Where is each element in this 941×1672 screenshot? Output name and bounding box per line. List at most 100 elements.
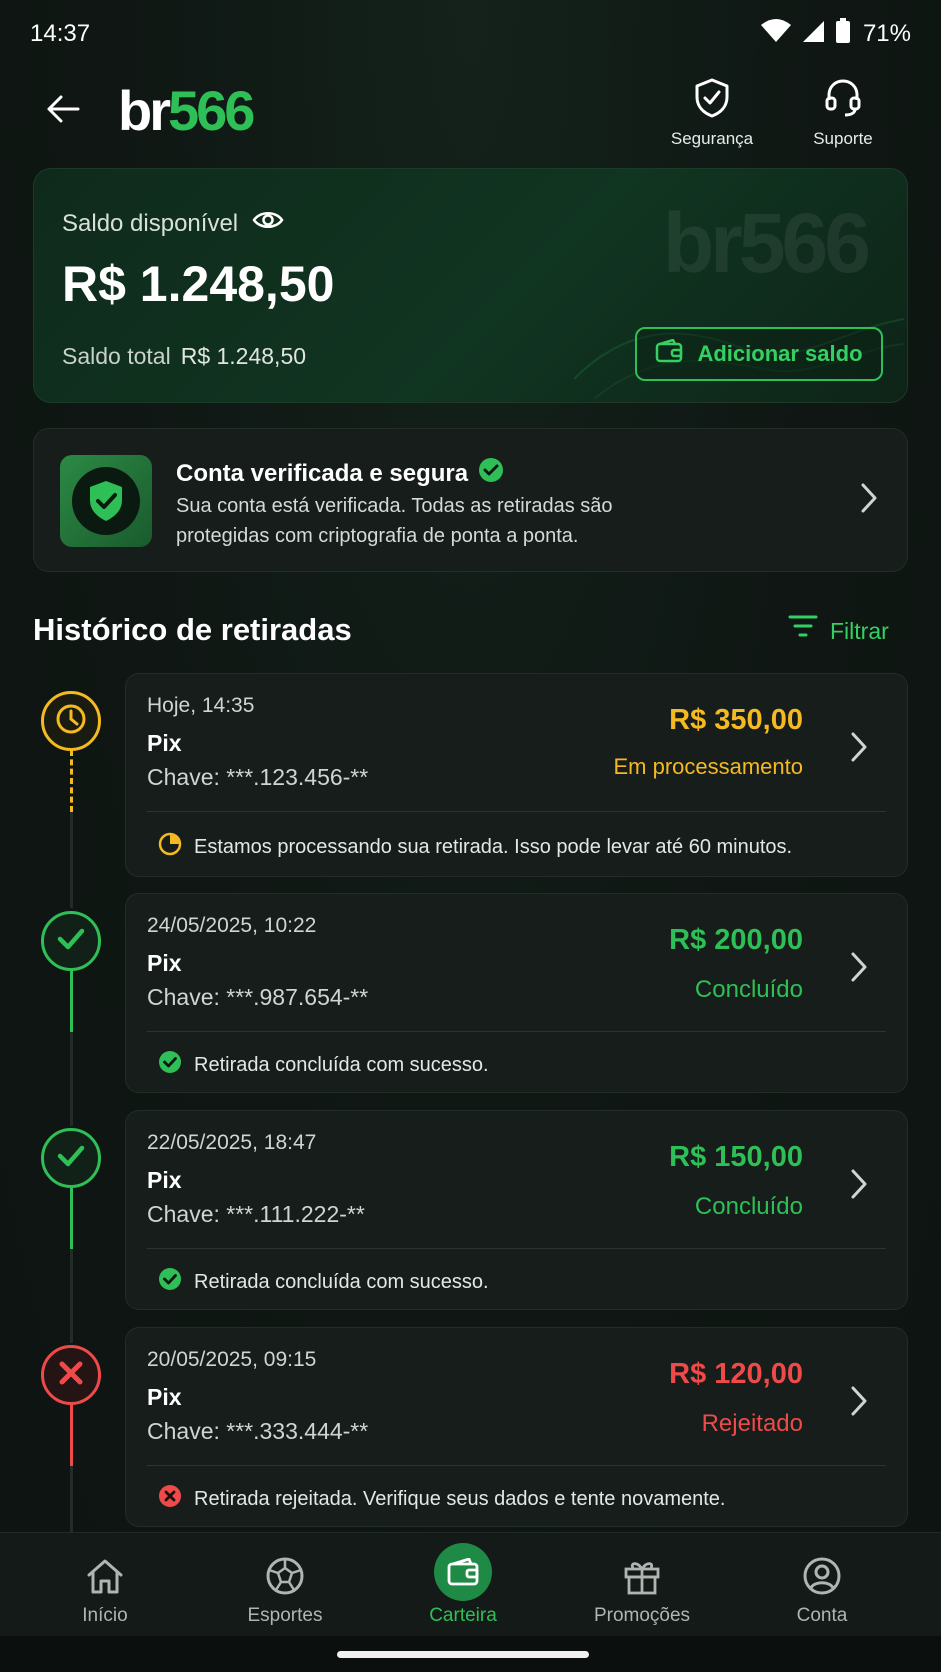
divider [147, 1465, 886, 1466]
withdrawal-amount: R$ 350,00 [669, 704, 803, 736]
timeline-segment-success [70, 1187, 73, 1249]
withdrawal-key: Chave: ***.333.444-** [147, 1418, 369, 1444]
withdrawal-method: Pix [147, 1384, 182, 1410]
withdrawal-method: Pix [147, 1167, 182, 1193]
cell-signal-icon [801, 19, 825, 48]
nav-item-inicio[interactable]: Início [30, 1533, 180, 1637]
withdrawal-method: Pix [147, 730, 182, 756]
x-circle-icon [158, 1484, 182, 1514]
divider [147, 1031, 886, 1032]
checkmark-icon [56, 1143, 86, 1174]
withdrawal-item[interactable]: 20/05/2025, 09:15 Pix Chave: ***.333.444… [125, 1327, 908, 1527]
check-circle-icon [158, 1267, 182, 1297]
gift-icon [623, 1553, 661, 1599]
timeline-segment [70, 1249, 73, 1343]
wifi-icon [760, 19, 791, 48]
clock-icon [55, 703, 87, 740]
headset-icon [824, 78, 862, 123]
withdrawal-date: 20/05/2025, 09:15 [147, 1348, 317, 1371]
clock-pie-icon [158, 832, 182, 862]
withdrawal-key: Chave: ***.123.456-** [147, 764, 369, 790]
chevron-right-icon [859, 481, 879, 520]
verification-card[interactable]: Conta verificada e segura Sua conta está… [33, 428, 908, 572]
withdrawal-status: Concluído [694, 1193, 803, 1220]
withdrawal-history-title: Histórico de retiradas [33, 612, 352, 647]
app-header: br566 Segurança Suporte [0, 70, 941, 150]
withdrawal-note: Retirada concluída com sucesso. [158, 1267, 489, 1297]
timeline-segment-success [70, 970, 73, 1032]
verified-shield-icon [60, 455, 152, 547]
filter-button[interactable]: Filtrar [788, 614, 889, 648]
verification-title: Conta verificada e segura [176, 457, 504, 490]
status-icons: 71% [760, 18, 911, 49]
support-button[interactable]: Suporte [796, 78, 890, 149]
nav-item-esportes[interactable]: Esportes [210, 1533, 360, 1637]
timeline-segment [70, 812, 73, 908]
available-balance-value: R$ 1.248,50 [62, 256, 335, 312]
wallet-icon [655, 338, 683, 369]
wallet-screen: 14:37 71% br566 Segurança Suporte br566 … [0, 0, 941, 1672]
withdrawal-date: Hoje, 14:35 [147, 694, 255, 717]
timeline-segment [70, 1032, 73, 1126]
balance-card: br566 Saldo disponível R$ 1.248,50 Saldo… [33, 168, 908, 403]
check-circle-icon [158, 1050, 182, 1080]
status-dot-processing [41, 691, 101, 751]
withdrawal-status: Em processamento [613, 754, 803, 779]
add-balance-button[interactable]: Adicionar saldo [635, 327, 883, 381]
support-label: Suporte [813, 129, 873, 148]
timeline-segment-rejected [70, 1404, 73, 1466]
home-icon [85, 1553, 125, 1599]
withdrawal-item[interactable]: 22/05/2025, 18:47 Pix Chave: ***.111.222… [125, 1110, 908, 1310]
status-dot-success [41, 911, 101, 971]
available-balance-label: Saldo disponível [62, 209, 284, 238]
security-button[interactable]: Segurança [660, 78, 764, 149]
withdrawal-item[interactable]: Hoje, 14:35 Pix Chave: ***.123.456-** R$… [125, 673, 908, 877]
status-time: 14:37 [30, 20, 91, 47]
status-dot-success [41, 1128, 101, 1188]
nav-item-conta[interactable]: Conta [747, 1533, 897, 1637]
back-button[interactable] [40, 88, 86, 134]
chevron-right-icon [849, 730, 869, 769]
user-icon [802, 1553, 842, 1599]
withdrawal-note: Retirada concluída com sucesso. [158, 1050, 489, 1080]
nav-item-promocoes[interactable]: Promoções [567, 1533, 717, 1637]
total-balance: Saldo total R$ 1.248,50 [62, 343, 307, 369]
security-label: Segurança [670, 129, 754, 148]
withdrawal-method: Pix [147, 950, 182, 976]
check-circle-icon [478, 457, 504, 490]
chevron-right-icon [849, 1384, 869, 1423]
eye-icon[interactable] [252, 209, 284, 238]
filter-icon [788, 614, 818, 648]
withdrawal-amount: R$ 150,00 [669, 1141, 803, 1173]
checkmark-icon [56, 926, 86, 957]
withdrawal-item[interactable]: 24/05/2025, 10:22 Pix Chave: ***.987.654… [125, 893, 908, 1093]
withdrawal-date: 22/05/2025, 18:47 [147, 1131, 317, 1154]
home-indicator[interactable] [337, 1651, 589, 1658]
timeline-segment-processing [70, 750, 73, 812]
withdrawal-note: Estamos processando sua retirada. Isso p… [158, 832, 792, 862]
chevron-right-icon [849, 1167, 869, 1206]
chevron-right-icon [849, 950, 869, 989]
x-icon [58, 1360, 84, 1391]
verification-description: Sua conta está verificada. Todas as reti… [176, 495, 613, 547]
nav-item-carteira[interactable]: Carteira [388, 1533, 538, 1637]
withdrawal-status: Concluído [694, 976, 803, 1003]
brand-logo: br566 [118, 79, 255, 142]
withdrawal-date: 24/05/2025, 10:22 [147, 914, 317, 937]
divider [147, 811, 886, 812]
withdrawal-key: Chave: ***.111.222-** [147, 1201, 365, 1227]
withdrawal-note: Retirada rejeitada. Verifique seus dados… [158, 1484, 725, 1514]
soccer-ball-icon [265, 1553, 305, 1599]
timeline-segment [70, 1466, 73, 1532]
bottom-navigation: Início Esportes Carteira Promoções Conta [0, 1532, 941, 1636]
shield-check-icon [694, 78, 730, 123]
withdrawal-status: Rejeitado [701, 1410, 803, 1437]
status-bar: 14:37 71% [0, 0, 941, 66]
battery-percent: 71% [862, 19, 911, 47]
battery-icon [835, 18, 851, 49]
divider [147, 1248, 886, 1249]
wallet-icon [434, 1543, 492, 1601]
withdrawal-amount: R$ 200,00 [669, 924, 803, 956]
status-dot-rejected [41, 1345, 101, 1405]
arrow-left-icon [46, 94, 80, 129]
